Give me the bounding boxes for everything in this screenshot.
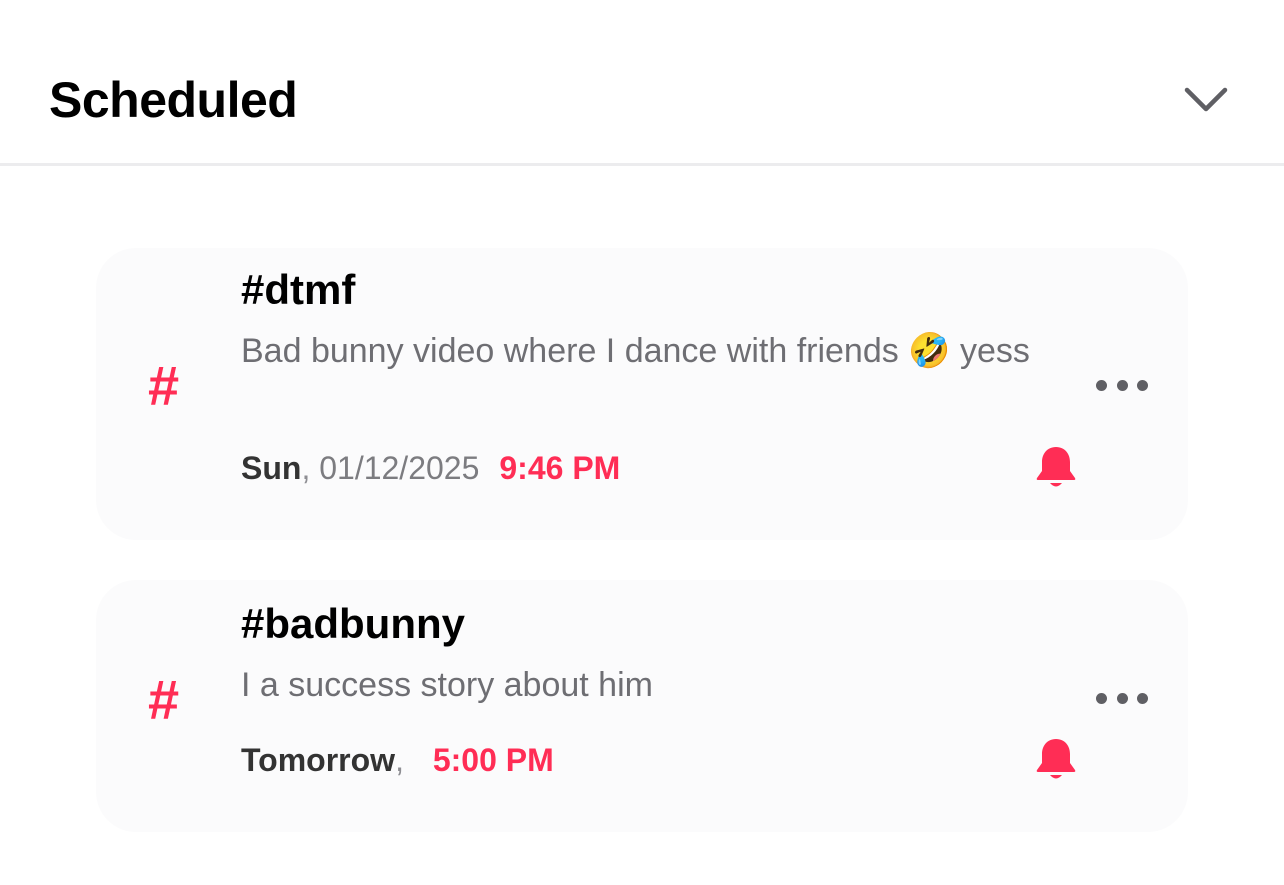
channel-name: #badbunny [241, 600, 466, 647]
schedule-separator: , [395, 742, 413, 778]
bell-icon [1036, 739, 1076, 779]
more-icon [1096, 379, 1107, 391]
bell-icon [1036, 447, 1076, 487]
schedule-separator: , [301, 450, 320, 486]
collapse-toggle-button[interactable] [1180, 78, 1232, 122]
chevron-down-icon [1184, 87, 1228, 112]
hashtag-icon: # [148, 354, 180, 417]
channel-name: #dtmf [241, 266, 356, 313]
schedule-datetime: Sun, 01/12/2025 9:46 PM [241, 448, 620, 488]
schedule-day: Tomorrow [241, 742, 396, 778]
scheduled-post-card[interactable]: # #dtmf Bad bunny video where I dance wi… [96, 248, 1188, 540]
more-icon [1096, 692, 1107, 704]
schedule-datetime: Tomorrow, 5:00 PM [241, 740, 554, 780]
schedule-day: Sun [241, 450, 302, 486]
reminder-button[interactable] [1034, 444, 1078, 490]
more-options-button[interactable] [1096, 370, 1148, 400]
post-message: I a success story about him [241, 666, 653, 704]
hashtag-icon: # [148, 668, 180, 731]
scheduled-header: Scheduled [0, 0, 1284, 166]
scheduled-post-card[interactable]: # #badbunny I a success story about him … [96, 580, 1188, 832]
page-title: Scheduled [49, 72, 298, 128]
post-message: Bad bunny video where I dance with frien… [241, 332, 1030, 370]
schedule-time: 5:00 PM [432, 742, 554, 778]
reminder-button[interactable] [1034, 736, 1078, 782]
more-options-button[interactable] [1096, 683, 1148, 713]
schedule-time: 9:46 PM [499, 450, 621, 486]
schedule-date: 01/12/2025 [319, 450, 480, 486]
